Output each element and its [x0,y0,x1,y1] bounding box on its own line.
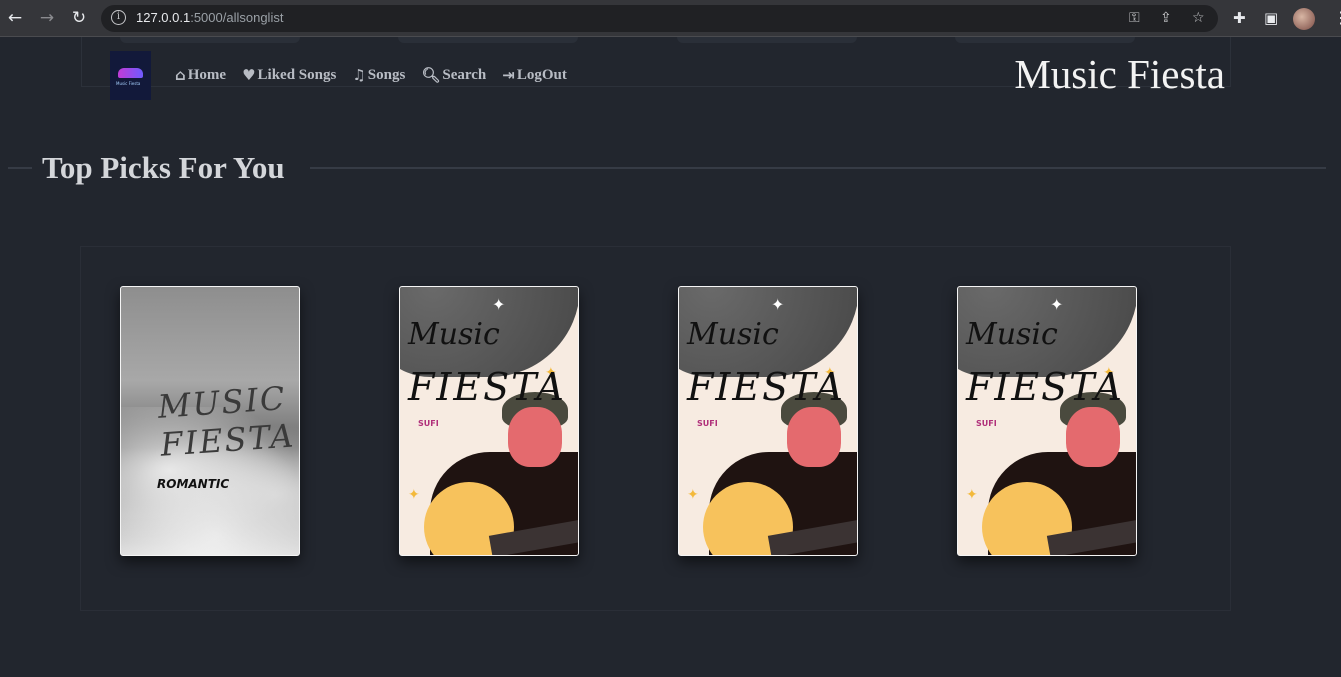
cover-figure-head [787,407,841,467]
site-info-icon[interactable]: i [111,10,126,25]
song-card[interactable]: MUSIC FIESTA ROMANTIC [120,286,300,556]
cover-title-music: Music [687,317,779,352]
back-icon[interactable]: ← [4,7,26,29]
url-host: 127.0.0.1 [136,10,191,25]
section-divider [310,167,1326,169]
brand-title: Music Fiesta [1014,51,1225,97]
cover-title: MUSIC FIESTA [156,378,297,464]
cover-title-music: Music [408,317,500,352]
key-icon[interactable]: ⚿ [1129,10,1140,26]
search-icon: 🔍︎ [421,66,441,84]
sidepanel-icon[interactable]: ▣ [1264,9,1278,27]
logout-icon: ⇥ [502,66,515,84]
menu-icon[interactable]: ⋮ [1333,8,1341,27]
logo-text: Music Fiesta [116,81,141,86]
logo-wave-icon [118,68,143,78]
main-nav: ⌂ Home ♥ Liked Songs ♫ Songs 🔍︎ Search ⇥… [175,66,567,84]
profile-avatar[interactable] [1293,8,1315,30]
forward-icon[interactable]: → [36,7,58,29]
extensions-icon[interactable]: ✚ [1233,9,1246,27]
cover-title-fiesta: FIESTA [687,365,845,409]
cover-genre: ROMANTIC [157,477,230,491]
nav-search[interactable]: 🔍︎ Search [421,66,486,84]
cover-figure-head [1066,407,1120,467]
cover-genre: SUFI [976,419,997,428]
nav-logout-label: LogOut [516,66,567,83]
nav-search-label: Search [442,66,487,83]
sparkle-icon: ✦ [771,295,785,314]
nav-songs[interactable]: ♫ Songs [352,66,405,84]
url-path: :5000/allsonglist [190,10,284,25]
nav-liked-songs[interactable]: ♥ Liked Songs [242,66,336,84]
sparkle-icon: ✦ [492,295,506,314]
cover-genre: SUFI [418,419,439,428]
share-icon[interactable]: ⇪ [1160,10,1172,26]
sparkle-icon: ✦ [1050,295,1064,314]
cover-genre: SUFI [697,419,718,428]
section-divider [8,167,32,169]
nav-home-label: Home [187,66,227,83]
nav-liked-songs-label: Liked Songs [257,66,337,83]
song-card[interactable]: ✦ ✦ ✦ Music FIESTA SUFI [678,286,858,556]
song-card[interactable]: ✦ ✦ ✦ Music FIESTA SUFI [399,286,579,556]
cover-title-fiesta: FIESTA [408,365,566,409]
cover-figure-head [508,407,562,467]
nav-home[interactable]: ⌂ Home [175,66,226,84]
section-title: Top Picks For You [42,150,285,185]
browser-toolbar: ← → ↻ i 127.0.0.1:5000/allsonglist ⚿ ⇪ ☆… [0,0,1341,37]
url-text[interactable]: 127.0.0.1:5000/allsonglist [136,10,283,25]
reload-icon[interactable]: ↻ [68,7,90,29]
cover-title-fiesta: FIESTA [966,365,1124,409]
cover-title-music: Music [966,317,1058,352]
nav-logout[interactable]: ⇥ LogOut [502,66,567,84]
music-note-icon: ♫ [352,66,366,84]
heart-icon: ♥ [242,66,256,84]
site-logo[interactable]: Music Fiesta [110,51,151,100]
sparkle-icon: ✦ [408,487,420,503]
sparkle-icon: ✦ [687,487,699,503]
star-icon[interactable]: ☆ [1192,10,1205,26]
sparkle-icon: ✦ [966,487,978,503]
home-icon: ⌂ [175,66,186,84]
address-bar[interactable]: i 127.0.0.1:5000/allsonglist ⚿ ⇪ ☆ [101,5,1218,32]
nav-songs-label: Songs [367,66,406,83]
song-card[interactable]: ✦ ✦ ✦ Music FIESTA SUFI [957,286,1137,556]
